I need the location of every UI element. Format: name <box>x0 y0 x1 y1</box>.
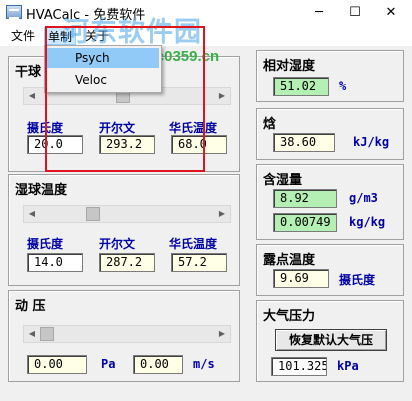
scroll-left-icon[interactable]: ◀ <box>24 88 40 104</box>
wet-bulb-title: 湿球温度 <box>13 179 70 198</box>
velocity-field[interactable]: 0.00 <box>133 355 183 374</box>
atmospheric-group: 大气压力 恢复默认大气压 101.325 kPa <box>256 300 404 382</box>
calculator-icon <box>6 5 22 19</box>
wet-kelvin-label: 开尔文 <box>99 237 136 251</box>
menu-file[interactable]: 文件 <box>8 27 38 45</box>
close-button[interactable]: ✕ <box>374 0 408 26</box>
atmospheric-field[interactable]: 101.325 <box>271 357 327 376</box>
pa-unit: Pa <box>101 357 116 371</box>
enthalpy-group: 焓 38.60 kJ/kg <box>256 108 404 160</box>
moisture-gm3-field: 8.92 <box>273 189 337 208</box>
dynamic-pressure-title: 动 压 <box>13 295 48 314</box>
highlight-box <box>45 26 205 172</box>
slider-thumb[interactable] <box>86 207 100 221</box>
wet-fahrenheit-label: 华氏温度 <box>169 237 218 251</box>
wet-bulb-group: 湿球温度 ◀ ▶ 摄氏度 开尔文 华氏温度 14.0 287.2 57.2 <box>8 174 240 286</box>
enthalpy-unit: kJ/kg <box>353 135 390 149</box>
gm3-unit: g/m3 <box>349 191 378 205</box>
scroll-right-icon[interactable]: ▶ <box>214 206 230 222</box>
dew-point-title: 露点温度 <box>261 249 318 268</box>
pressure-pa-field[interactable]: 0.00 <box>27 355 87 374</box>
slider-thumb[interactable] <box>40 327 54 341</box>
scroll-right-icon[interactable]: ▶ <box>214 88 230 104</box>
minimize-button[interactable]: ─ <box>302 0 336 26</box>
maximize-button[interactable]: ☐ <box>338 0 372 26</box>
dew-point-group: 露点温度 9.69 摄氏度 <box>256 244 404 296</box>
wet-fahrenheit-field[interactable]: 57.2 <box>171 253 227 272</box>
dew-point-unit: 摄氏度 <box>339 273 376 287</box>
percent-unit: % <box>339 79 347 93</box>
dry-bulb-title: 干球 <box>13 61 44 80</box>
moisture-kgkg-field: 0.00749 <box>273 213 337 232</box>
enthalpy-title: 焓 <box>261 113 279 132</box>
wet-kelvin-field[interactable]: 287.2 <box>99 253 155 272</box>
relative-humidity-field: 51.02 <box>273 77 329 96</box>
wet-celsius-field[interactable]: 14.0 <box>27 253 83 272</box>
moisture-group: 含湿量 8.92 g/m3 0.00749 kg/kg <box>256 164 404 240</box>
atmospheric-title: 大气压力 <box>261 305 318 324</box>
wet-bulb-slider[interactable]: ◀ ▶ <box>23 205 231 223</box>
wet-celsius-label: 摄氏度 <box>27 237 64 251</box>
enthalpy-field: 38.60 <box>273 133 335 152</box>
reset-pressure-button[interactable]: 恢复默认大气压 <box>275 329 387 351</box>
relative-humidity-title: 相对湿度 <box>261 55 318 74</box>
moisture-title: 含湿量 <box>261 169 305 188</box>
scroll-left-icon[interactable]: ◀ <box>24 326 40 342</box>
kpa-unit: kPa <box>337 359 359 373</box>
scroll-left-icon[interactable]: ◀ <box>24 206 40 222</box>
kgkg-unit: kg/kg <box>349 215 386 229</box>
pressure-slider[interactable]: ◀ ▶ <box>23 325 231 343</box>
dynamic-pressure-group: 动 压 ◀ ▶ 0.00 Pa 0.00 m/s <box>8 290 240 382</box>
velocity-unit: m/s <box>193 357 215 371</box>
scroll-right-icon[interactable]: ▶ <box>214 326 230 342</box>
relative-humidity-group: 相对湿度 51.02 % <box>256 50 404 102</box>
dew-point-field: 9.69 <box>273 269 329 288</box>
